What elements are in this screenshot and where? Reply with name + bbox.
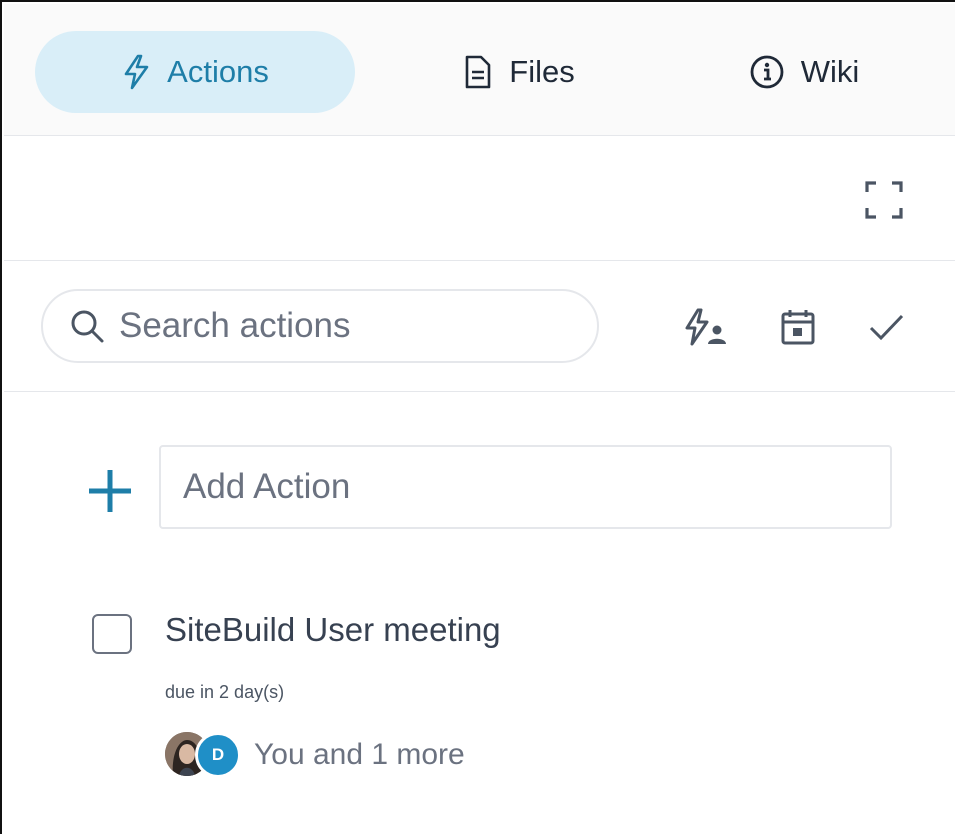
assignees-label[interactable]: You and 1 more	[254, 738, 465, 772]
tab-label: Actions	[167, 54, 269, 89]
tab-wiki[interactable]: Wiki	[709, 31, 899, 113]
avatar: D	[195, 732, 241, 778]
lightning-icon	[121, 54, 151, 90]
panel-toolbar	[4, 137, 955, 261]
search-icon	[69, 308, 105, 344]
tab-actions[interactable]: Actions	[35, 31, 355, 113]
add-action-input[interactable]	[159, 445, 892, 529]
search-box	[41, 289, 599, 363]
search-input[interactable]	[119, 306, 579, 346]
tab-files[interactable]: Files	[424, 31, 614, 113]
expand-icon[interactable]	[864, 180, 904, 220]
tab-label: Wiki	[800, 54, 860, 89]
file-icon	[463, 54, 493, 90]
info-icon	[749, 54, 785, 90]
action-due-date: due in 2 day(s)	[165, 682, 285, 702]
assigned-to-me-icon[interactable]	[682, 307, 726, 347]
action-checkbox[interactable]	[92, 614, 132, 654]
search-row	[4, 262, 955, 392]
tab-bar: Actions Files Wiki	[4, 4, 955, 136]
actions-panel: Actions Files Wiki Search actions Add Ac…	[0, 0, 955, 834]
tab-label: Files	[509, 54, 575, 89]
action-title[interactable]: SiteBuild User meeting	[165, 611, 501, 649]
check-icon[interactable]	[866, 307, 910, 347]
add-action-button[interactable]	[86, 467, 134, 515]
calendar-icon[interactable]	[778, 307, 822, 347]
